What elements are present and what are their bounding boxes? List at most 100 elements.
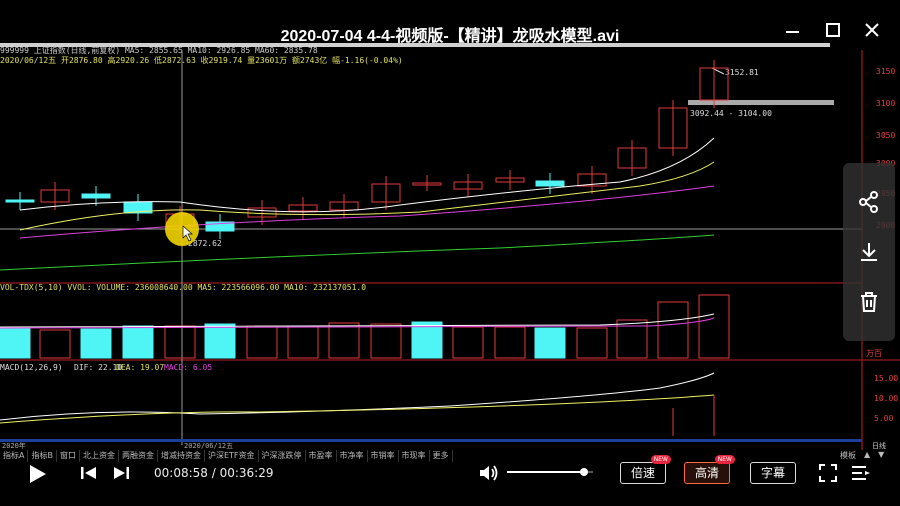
speed-button[interactable]: 倍速 NEW <box>620 455 671 484</box>
playlist-icon <box>852 466 870 480</box>
playlist-button[interactable] <box>850 463 872 483</box>
range-label: 3092.44 - 3104.00 <box>690 109 772 118</box>
fullscreen-button[interactable] <box>818 463 838 483</box>
ma5-line <box>19 137 715 213</box>
volume-ma5-line <box>0 313 715 328</box>
close-icon <box>865 23 879 37</box>
volume-bar <box>80 328 112 359</box>
time-separator: / <box>207 466 220 480</box>
volume-bar <box>122 325 154 359</box>
date-strip <box>0 439 862 442</box>
indicator-tab[interactable]: 两融资金 <box>119 450 158 462</box>
skip-back-icon <box>81 467 96 479</box>
price-tick: 3100 <box>876 99 895 108</box>
macd-tick: 5.00 <box>874 414 893 423</box>
new-badge: NEW <box>650 455 671 464</box>
quality-label: 高清 <box>694 466 719 480</box>
macd-tick: 15.00 <box>874 374 898 383</box>
previous-button[interactable] <box>80 465 98 481</box>
download-button[interactable] <box>857 240 881 264</box>
volume-bar <box>698 294 730 359</box>
volume-bar <box>39 329 71 359</box>
indicator-tab[interactable]: 增减持资金 <box>158 450 205 462</box>
delete-button[interactable] <box>857 290 881 314</box>
indicator-tab[interactable]: 市销率 <box>368 450 399 462</box>
high-label: 3152.81 <box>725 68 759 77</box>
volume-bar <box>534 327 566 359</box>
maximize-button[interactable] <box>826 23 840 37</box>
ma10-line <box>19 161 715 231</box>
ma60-line <box>0 234 715 271</box>
template-tab[interactable]: 模板 <box>840 450 856 461</box>
download-icon <box>861 243 877 261</box>
speed-label: 倍速 <box>630 466 655 480</box>
share-icon <box>859 191 878 213</box>
macd-dea-line <box>0 394 715 424</box>
macd-tick: 10.00 <box>874 394 898 403</box>
volume-bar <box>287 325 319 359</box>
indicator-tab[interactable]: 沪深涨跌停 <box>259 450 306 462</box>
minimize-button[interactable] <box>786 23 800 37</box>
indicator-tab[interactable]: 北上资金 <box>80 450 119 462</box>
macd-value: MACD: 6.05 <box>164 363 212 372</box>
stock-chart[interactable]: 999999 上证指数(日线,前复权) MA5: 2855.65 MA10: 2… <box>0 40 900 490</box>
maximize-icon <box>826 23 840 37</box>
indicator-tab[interactable]: 指标A <box>0 450 29 462</box>
indicator-tab[interactable]: 沪深ETF资金 <box>205 450 259 462</box>
macd-name: MACD(12,26,9) <box>0 363 63 372</box>
duration: 00:36:29 <box>219 466 274 480</box>
trash-icon <box>861 292 877 312</box>
volume-bar <box>204 323 236 359</box>
volume-header: VOL-TDX(5,10) VVOL: VOLUME: 236008640.00… <box>0 283 366 292</box>
indicator-tab[interactable]: 指标B <box>28 450 57 462</box>
side-action-panel <box>843 163 895 341</box>
current-time: 00:08:58 <box>154 466 208 480</box>
volume-bar <box>411 321 443 359</box>
template-tabs: 模板 ▲ ▼ <box>840 450 884 461</box>
new-badge: NEW <box>714 455 735 464</box>
macd-dea: DEA: 19.07 <box>116 363 164 372</box>
volume-fill <box>507 471 585 473</box>
share-button[interactable] <box>857 190 881 214</box>
indicator-tab[interactable]: 市现率 <box>399 450 430 462</box>
indicator-tabs: 指标A 指标B 窗口 北上资金 两融资金 增减持资金 沪深ETF资金 沪深涨跌停 市盈率 市净率市… <box>0 450 453 462</box>
date-left: 2020年 <box>2 441 26 450</box>
play-icon <box>30 465 46 483</box>
indicator-tab[interactable]: 市盈率 <box>306 450 337 462</box>
candle-body <box>535 180 565 187</box>
indicator-tab[interactable]: 更多 <box>430 450 453 462</box>
video-player[interactable]: 2020-07-04 4-4-视频版-【精讲】龙吸水模型.avi 999999 … <box>0 0 900 506</box>
indicator-tab[interactable]: 窗口 <box>57 450 80 462</box>
date-right: 日线 <box>872 441 886 450</box>
indicator-tab[interactable]: 市净率 <box>337 450 368 462</box>
price-tick: 3150 <box>876 67 895 76</box>
code-line: 999999 上证指数(日线,前复权) MA5: 2855.65 MA10: 2… <box>0 45 318 55</box>
scroll-up-tab[interactable]: ▲ <box>864 450 870 461</box>
next-button[interactable] <box>112 465 130 481</box>
volume-bar <box>0 327 31 359</box>
candle-body <box>81 193 111 199</box>
play-button[interactable] <box>26 463 48 485</box>
price-tick: 3050 <box>876 131 895 140</box>
cursor-highlight <box>165 212 199 246</box>
volume-unit: 万百 <box>866 349 882 358</box>
scroll-down-tab[interactable]: ▼ <box>878 450 884 461</box>
close-button[interactable] <box>864 22 880 38</box>
subtitle-button[interactable]: 字幕 <box>750 462 796 484</box>
volume-bar <box>494 326 526 359</box>
volume-bar <box>328 322 360 359</box>
volume-slider[interactable] <box>507 466 597 478</box>
volume-knob[interactable] <box>580 468 589 476</box>
volume-bar <box>246 325 278 359</box>
range-bar <box>688 100 834 105</box>
info-line: 2020/06/12五 开2876.80 高2920.26 低2872.63 收… <box>0 55 403 65</box>
minimize-icon <box>786 31 799 33</box>
volume-bar <box>657 301 689 359</box>
volume-button[interactable] <box>478 463 500 483</box>
skip-forward-icon <box>114 467 129 479</box>
speaker-icon <box>480 465 498 481</box>
date-cursor: 2020/06/12五 <box>184 442 233 450</box>
quality-button[interactable]: 高清 NEW <box>684 455 735 484</box>
fullscreen-icon <box>819 464 837 482</box>
playback-time: 00:08:58 / 00:36:29 <box>154 466 273 480</box>
